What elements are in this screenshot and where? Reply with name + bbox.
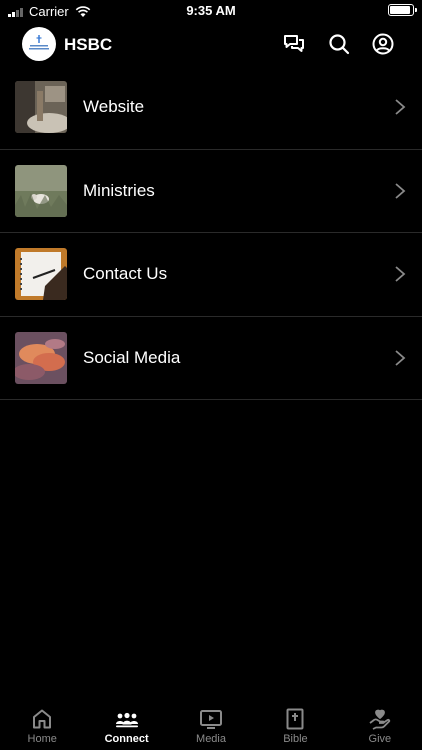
- chevron-right-icon: [395, 99, 406, 115]
- tab-home[interactable]: Home: [0, 700, 84, 750]
- list-item-ministries[interactable]: Ministries: [0, 150, 422, 233]
- status-time: 9:35 AM: [186, 3, 236, 18]
- list-item-contact-us[interactable]: Contact Us: [0, 233, 422, 317]
- list-item-social-media[interactable]: Social Media: [0, 317, 422, 400]
- bible-icon: [286, 708, 304, 730]
- battery-icon: [388, 4, 417, 16]
- profile-icon[interactable]: [371, 32, 395, 56]
- tab-label: Media: [196, 733, 226, 745]
- tab-label: Bible: [283, 733, 308, 745]
- notebook-pen-photo: [15, 248, 67, 301]
- tab-label: Connect: [104, 733, 149, 745]
- tab-label: Home: [27, 733, 57, 745]
- play-screen-icon: [200, 710, 223, 729]
- status-bar: Carrier 9:35 AM: [0, 0, 422, 22]
- list-item-label: Social Media: [83, 347, 181, 367]
- tab-bible[interactable]: Bible: [253, 700, 337, 750]
- app-title: HSBC: [64, 35, 113, 54]
- living-room-photo: [15, 81, 67, 134]
- connect-list: Website Ministries Contact Us Social Med…: [0, 66, 422, 400]
- chevron-right-icon: [395, 266, 406, 282]
- chevron-right-icon: [395, 183, 406, 199]
- give-heart-icon: [369, 709, 391, 730]
- home-icon: [33, 709, 52, 729]
- list-item-website[interactable]: Website: [0, 66, 422, 150]
- chat-icon[interactable]: [282, 32, 306, 56]
- list-item-label: Ministries: [83, 180, 155, 200]
- logo-icon: [29, 35, 49, 50]
- list-item-label: Website: [83, 97, 145, 117]
- tab-connect[interactable]: Connect: [84, 700, 168, 750]
- tab-give[interactable]: Give: [338, 700, 422, 750]
- tab-media[interactable]: Media: [169, 700, 253, 750]
- sheep-field-photo: [15, 164, 67, 217]
- chevron-right-icon: [395, 350, 406, 366]
- tab-label: Give: [368, 733, 392, 745]
- app-header: HSBC: [0, 22, 422, 66]
- search-icon[interactable]: [327, 32, 351, 56]
- church-logo[interactable]: [22, 27, 56, 61]
- sunset-clouds-photo: [15, 331, 67, 384]
- people-icon: [115, 712, 138, 728]
- list-item-label: Contact Us: [83, 264, 168, 284]
- tab-bar: Home Connect Media Bible Give: [0, 700, 422, 750]
